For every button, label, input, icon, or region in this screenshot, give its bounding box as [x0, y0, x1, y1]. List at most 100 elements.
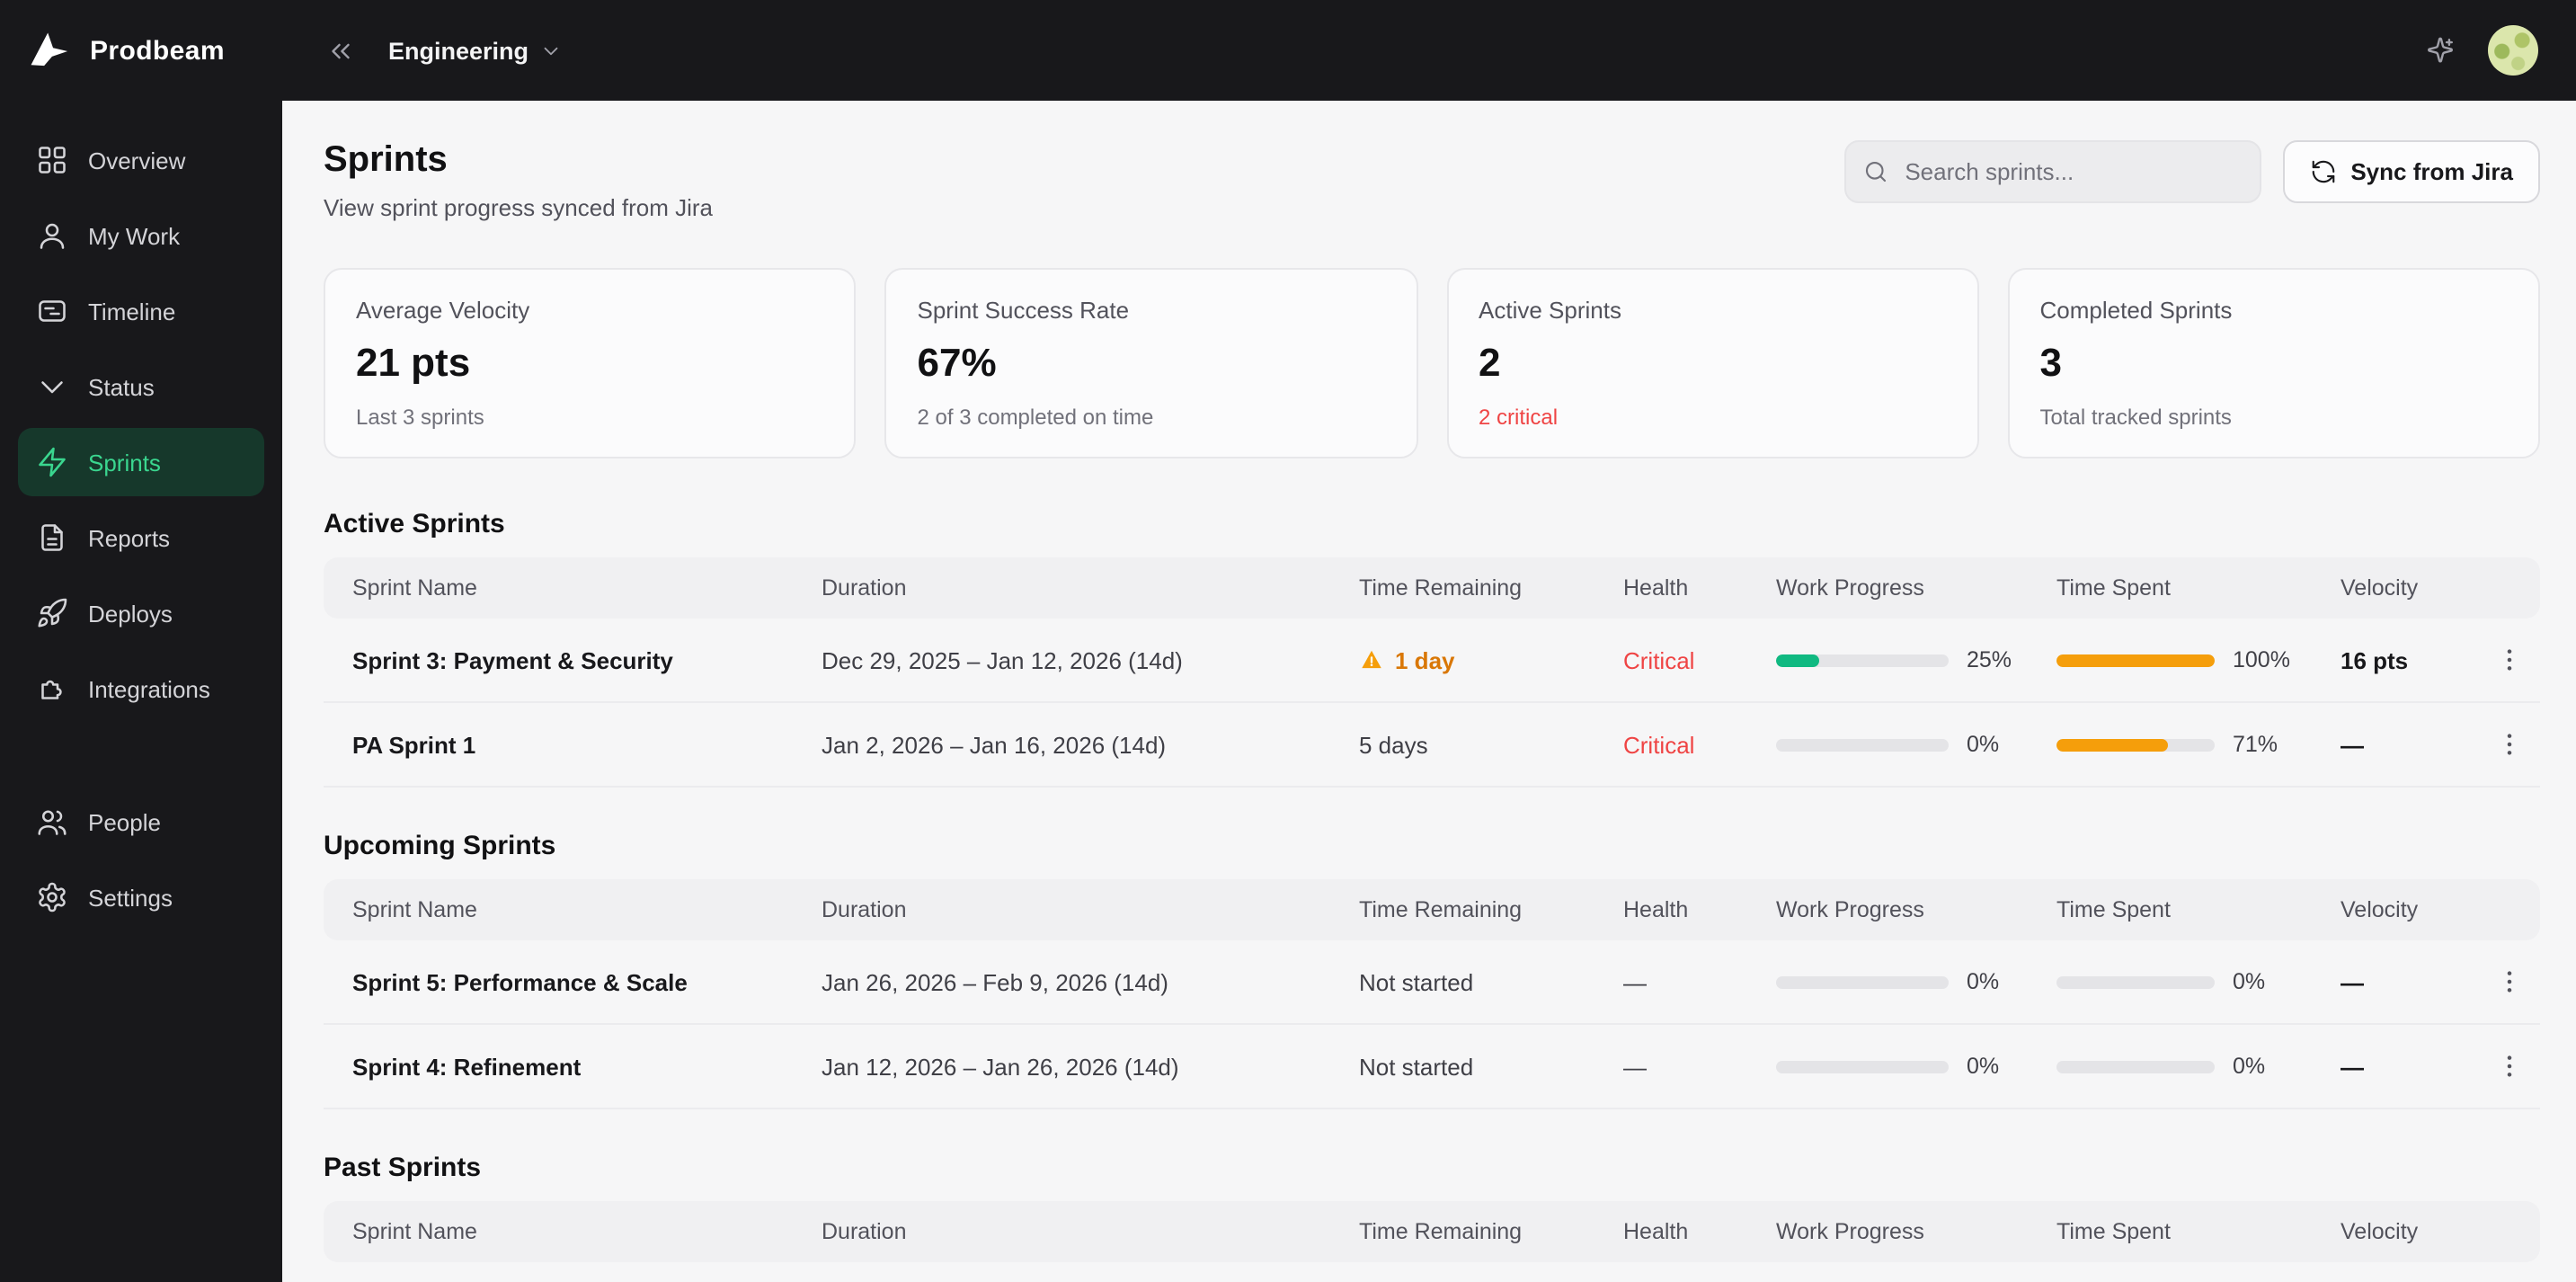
- sprint-name: Sprint 4: Refinement: [352, 1053, 582, 1080]
- grid-icon: [39, 147, 66, 174]
- past-sprints-section: Past Sprints Sprint Name Duration Time Rema…: [324, 1153, 2540, 1262]
- spent-progress-bar: [2056, 738, 2215, 751]
- brand-name: Prodbeam: [90, 35, 225, 66]
- sprint-duration: Jan 26, 2026 – Feb 9, 2026 (14d): [822, 968, 1168, 995]
- stat-value: 3: [2039, 340, 2063, 385]
- kebab-icon: [2507, 649, 2512, 671]
- search-input[interactable]: [1843, 140, 2261, 203]
- work-progress-bar: [1776, 738, 1949, 751]
- column-header-work-progress: Work Progress: [1776, 575, 1924, 601]
- column-header-sprint-name: Sprint Name: [352, 1219, 477, 1244]
- progress-label: 0%: [1967, 1054, 2000, 1079]
- sidebar-item-label: Deploys: [88, 600, 173, 627]
- spent-progress-bar: [2056, 1060, 2215, 1073]
- header-controls: Sync from Jira: [1843, 140, 2540, 203]
- column-header-duration: Duration: [822, 897, 907, 922]
- sidebar-item-label: People: [88, 808, 161, 835]
- sidebar-item-label: My Work: [88, 222, 181, 249]
- sidebar: Overview My Work Timeline Status Sprints Repo…: [0, 101, 282, 1282]
- row-actions: [2484, 721, 2540, 768]
- sprints-table: Sprint Name Duration Time Remaining Health W…: [324, 879, 2540, 1109]
- active-sprints-section: Active Sprints Sprint Name Duration Time Re…: [324, 509, 2540, 788]
- sidebar-item-reports[interactable]: Reports: [18, 503, 264, 572]
- stat-label: Completed Sprints: [2039, 297, 2233, 324]
- work-progress-cell: 0%: [1776, 1054, 2056, 1079]
- work-progress-cell: 0%: [1776, 969, 2056, 994]
- work-progress-cell: 0%: [1776, 732, 2056, 757]
- workspace-switcher[interactable]: Engineering: [388, 37, 563, 64]
- column-header-time-remaining: Time Remaining: [1359, 575, 1523, 601]
- section-title: Upcoming Sprints: [324, 831, 556, 861]
- collapse-sidebar-button[interactable]: [318, 28, 363, 73]
- stat-value: 67%: [917, 340, 997, 385]
- main-content: Sprints View sprint progress synced from…: [282, 101, 2576, 1282]
- spent-progress-bar: [2056, 975, 2215, 988]
- sidebar-item-settings[interactable]: Settings: [18, 863, 264, 931]
- stat-card-active-sprints: Active Sprints 2 2 critical: [1446, 268, 1979, 458]
- work-progress-bar: [1776, 975, 1949, 988]
- column-header-duration: Duration: [822, 1219, 907, 1244]
- velocity: —: [2341, 731, 2364, 758]
- stat-label: Active Sprints: [1479, 297, 1621, 324]
- user-avatar[interactable]: [2488, 25, 2538, 76]
- zap-icon: [39, 447, 66, 477]
- kebab-icon: [2507, 1055, 2512, 1077]
- sidebar-item-label: Integrations: [88, 675, 210, 702]
- brand: Prodbeam: [0, 0, 282, 101]
- sync-from-jira-button[interactable]: Sync from Jira: [2282, 140, 2540, 203]
- sidebar-item-sprints[interactable]: Sprints: [18, 428, 264, 496]
- sidebar-item-people[interactable]: People: [18, 788, 264, 856]
- column-header-velocity: Velocity: [2341, 897, 2419, 922]
- velocity: —: [2341, 968, 2364, 995]
- people-icon: [38, 810, 67, 835]
- health-status: —: [1623, 968, 1647, 995]
- stat-label: Sprint Success Rate: [917, 297, 1130, 324]
- work-progress-bar: [1776, 654, 1949, 666]
- time-remaining: 1 day: [1359, 646, 1623, 673]
- sprint-row: Sprint 4: Refinement Jan 12, 2026 – Jan 2…: [324, 1025, 2540, 1109]
- assistant-button[interactable]: [2418, 28, 2463, 73]
- health-status: Critical: [1623, 731, 1695, 758]
- spent-progress-cell: 0%: [2056, 1054, 2341, 1079]
- sidebar-item-timeline[interactable]: Timeline: [18, 277, 264, 345]
- sprint-sections: Active Sprints Sprint Name Duration Time Re…: [324, 509, 2540, 1262]
- sidebar-item-deploys[interactable]: Deploys: [18, 579, 264, 647]
- topbar-right: [2418, 25, 2538, 76]
- topbar-left: Engineering: [318, 28, 563, 73]
- row-menu-button[interactable]: [2486, 721, 2533, 768]
- column-header-time-remaining: Time Remaining: [1359, 1219, 1523, 1244]
- stat-value: 2: [1479, 340, 1501, 385]
- sidebar-item-status[interactable]: Status: [18, 352, 264, 421]
- time-remaining-text: 1 day: [1395, 646, 1455, 673]
- column-header-health: Health: [1623, 897, 1689, 922]
- column-header-work-progress: Work Progress: [1776, 1219, 1924, 1244]
- row-menu-button[interactable]: [2486, 1043, 2533, 1090]
- progress-fill: [2056, 738, 2169, 751]
- app-shell: Overview My Work Timeline Status Sprints Repo…: [0, 101, 2576, 1282]
- warning-icon: [1362, 650, 1381, 669]
- sprint-duration: Dec 29, 2025 – Jan 12, 2026 (14d): [822, 646, 1183, 673]
- puzzle-icon: [41, 680, 62, 699]
- spent-progress-cell: 0%: [2056, 969, 2341, 994]
- timeline-icon: [39, 300, 66, 322]
- page-subtitle: View sprint progress synced from Jira: [324, 194, 714, 221]
- column-header-work-progress: Work Progress: [1776, 897, 1924, 922]
- progress-label: 100%: [2233, 647, 2290, 672]
- stat-value: 21 pts: [356, 340, 471, 385]
- sidebar-item-overview[interactable]: Overview: [18, 126, 264, 194]
- stat-sub: 2 critical: [1479, 405, 1559, 430]
- sprint-duration: Jan 12, 2026 – Jan 26, 2026 (14d): [822, 1053, 1179, 1080]
- column-header-velocity: Velocity: [2341, 1219, 2419, 1244]
- sidebar-item-label: Settings: [88, 884, 173, 911]
- sprint-row: Sprint 5: Performance & Scale Jan 26, 202…: [324, 940, 2540, 1025]
- time-remaining: 5 days: [1359, 731, 1623, 758]
- sidebar-item-my-work[interactable]: My Work: [18, 201, 264, 270]
- sidebar-item-integrations[interactable]: Integrations: [18, 654, 264, 723]
- row-menu-button[interactable]: [2486, 958, 2533, 1005]
- sprint-duration: Jan 2, 2026 – Jan 16, 2026 (14d): [822, 731, 1167, 758]
- kebab-icon: [2507, 971, 2512, 993]
- work-progress-cell: 25%: [1776, 647, 2056, 672]
- progress-label: 0%: [2233, 1054, 2266, 1079]
- row-menu-button[interactable]: [2486, 637, 2533, 683]
- time-remaining-text: 5 days: [1359, 731, 1428, 758]
